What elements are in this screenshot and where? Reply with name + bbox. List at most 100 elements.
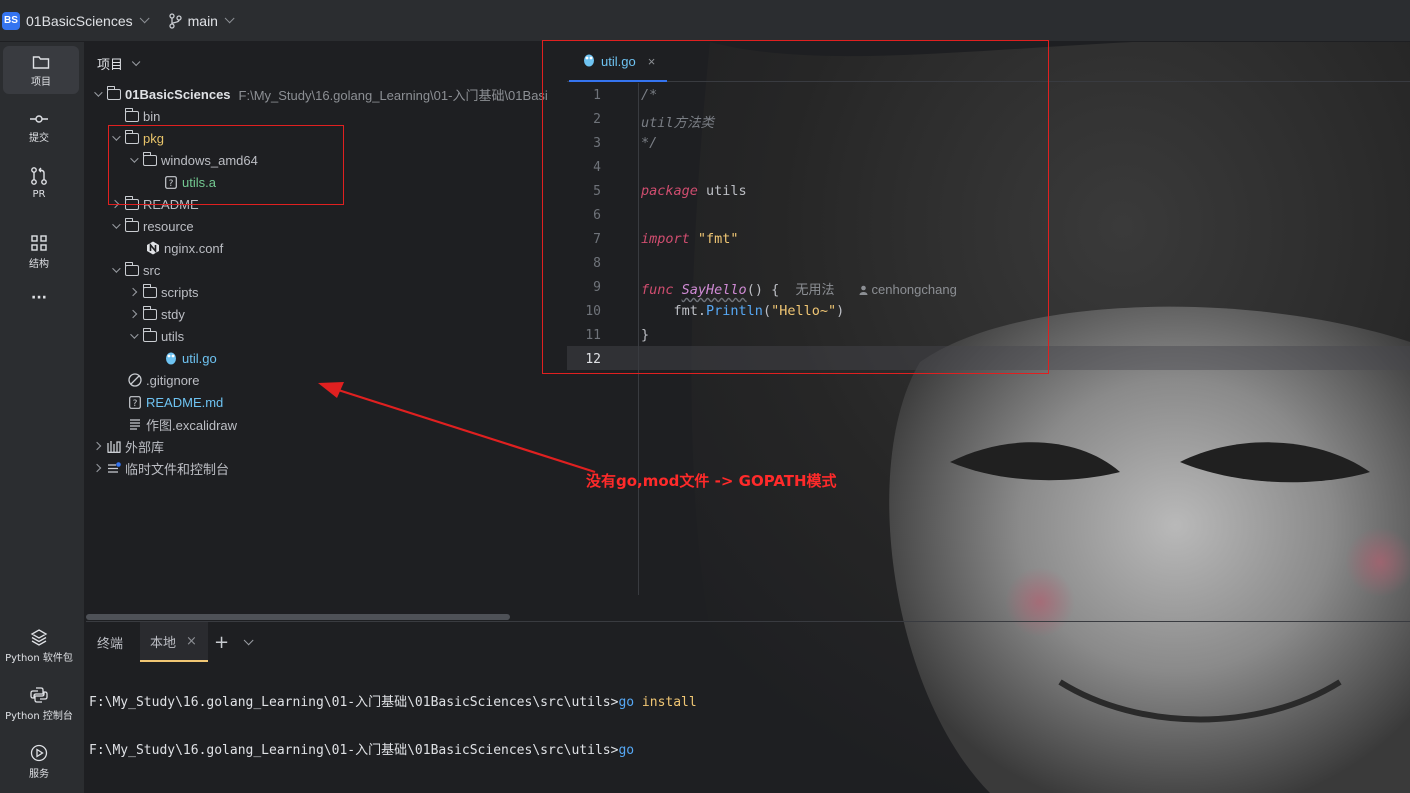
chevron-down-icon[interactable]: [112, 220, 121, 229]
terminal-dropdown[interactable]: [243, 622, 254, 662]
more-tools-button[interactable]: ···: [0, 290, 78, 310]
chevron-right-icon[interactable]: [92, 463, 102, 473]
annotation-box-editor: [542, 40, 1049, 374]
tool-project[interactable]: 项目: [3, 46, 79, 94]
more-icon: ···: [31, 290, 47, 306]
tab-local-terminal[interactable]: 本地 ×: [140, 622, 208, 662]
tool-services[interactable]: 服务: [0, 744, 78, 784]
folder-icon: [124, 107, 139, 122]
tool-label: 提交: [29, 133, 49, 144]
tree-item-label: nginx.conf: [164, 240, 224, 256]
unknown-file-icon: ?: [128, 395, 142, 409]
chevron-right-icon[interactable]: [128, 287, 138, 297]
project-switcher[interactable]: 01BasicSciences: [26, 13, 133, 29]
tree-item-label: bin: [143, 108, 161, 124]
nginx-icon: [146, 241, 160, 255]
ignore-file-icon: [128, 373, 142, 387]
tree-item-label: .gitignore: [146, 372, 200, 388]
tree-root-path: F:\My_Study\16.golang_Learning\01-入门基础\0…: [238, 87, 548, 103]
folder-icon: [124, 261, 139, 276]
terminal-panel-title: 终端: [97, 636, 124, 652]
structure-icon: [31, 235, 47, 251]
terminal-prompt: F:\My_Study\16.golang_Learning\01-入门基础\0…: [89, 743, 619, 758]
tree-item-label: util.go: [182, 350, 217, 366]
branch-switcher[interactable]: main: [188, 13, 218, 29]
tool-pull-requests[interactable]: PR: [0, 166, 78, 206]
python-console-icon: [30, 687, 48, 703]
tab-label: 本地: [150, 635, 177, 651]
project-panel-header[interactable]: 项目: [97, 54, 141, 73]
tree-item-label: 外部库: [125, 439, 165, 455]
tool-label: PR: [32, 189, 46, 200]
go-gopher-icon: [164, 351, 178, 365]
svg-text:?: ?: [133, 399, 138, 409]
folder-icon: [124, 217, 139, 232]
annotation-text: 没有go,mod文件 -> GOPATH模式: [586, 472, 837, 490]
chevron-down-icon[interactable]: [224, 13, 235, 24]
tree-root-label: 01BasicSciences: [125, 86, 231, 102]
tool-python-packages[interactable]: Python 软件包: [0, 628, 78, 668]
horizontal-scrollbar[interactable]: [86, 614, 510, 620]
tree-item-scratches[interactable]: 临时文件和控制台: [89, 457, 229, 479]
folder-icon: [32, 56, 50, 69]
chevron-down-icon[interactable]: [94, 88, 103, 97]
tree-root[interactable]: 01BasicSciences F:\My_Study\16.golang_Le…: [89, 83, 548, 105]
terminal-argument: install: [634, 695, 697, 710]
tool-label: 项目: [31, 77, 51, 88]
chevron-right-icon[interactable]: [92, 441, 102, 451]
chevron-down-icon[interactable]: [131, 57, 141, 66]
chevron-down-icon[interactable]: [139, 13, 150, 24]
tree-item-label: src: [143, 262, 161, 278]
tool-structure[interactable]: 结构: [0, 234, 78, 274]
new-terminal-button[interactable]: +: [214, 622, 229, 662]
layers-icon: [30, 629, 48, 646]
folder-icon: [142, 283, 157, 298]
chevron-down-icon[interactable]: [112, 264, 121, 273]
tool-commit[interactable]: 提交: [0, 112, 78, 152]
chevron-right-icon[interactable]: [128, 309, 138, 319]
tool-label: 结构: [29, 259, 49, 270]
tree-item-util-go[interactable]: util.go: [162, 347, 217, 369]
title-bar: BS 01BasicSciences main: [0, 0, 1410, 42]
tree-item-label: 作图.excalidraw: [146, 417, 238, 433]
close-icon[interactable]: ×: [186, 634, 197, 649]
project-badge[interactable]: BS: [2, 11, 20, 30]
chevron-down-icon[interactable]: [130, 330, 139, 339]
text-file-icon: [128, 417, 142, 431]
terminal-prompt: F:\My_Study\16.golang_Learning\01-入门基础\0…: [89, 695, 619, 710]
tool-label: Python 软件包: [5, 653, 73, 664]
services-icon: [30, 744, 48, 762]
tree-item-scripts[interactable]: scripts: [125, 281, 199, 303]
tree-item-label: resource: [143, 218, 194, 234]
folder-icon: [142, 327, 157, 342]
tree-item-excalidraw[interactable]: 作图.excalidraw: [126, 413, 237, 435]
commit-icon: [30, 115, 48, 123]
terminal-line-2[interactable]: F:\My_Study\16.golang_Learning\01-入门基础\0…: [89, 739, 634, 758]
tool-label: 服务: [29, 769, 49, 780]
tree-item-src[interactable]: src: [107, 259, 160, 281]
folder-icon: [106, 85, 121, 100]
scratches-icon: [107, 461, 121, 475]
tool-python-console[interactable]: Python 控制台: [0, 686, 78, 726]
tree-item-label: utils: [161, 328, 185, 344]
terminal-panel: 终端 本地 × + F:\My_Study\16.golang_Learning…: [86, 621, 1410, 793]
tree-item-external-libraries[interactable]: 外部库: [89, 435, 164, 457]
terminal-command: go: [618, 695, 635, 710]
tree-item-stdy[interactable]: stdy: [125, 303, 185, 325]
tree-item-label: 临时文件和控制台: [125, 461, 230, 477]
annotation-box-pkg: [108, 125, 344, 205]
tree-item-label: README.md: [146, 394, 224, 410]
tree-item-resource[interactable]: resource: [107, 215, 194, 237]
chevron-down-icon[interactable]: [243, 634, 254, 645]
tool-window-strip: 项目 提交 PR 结构 ··· Python 软件包 Python 控制台 服务: [0, 42, 85, 793]
tree-item-label: stdy: [161, 306, 185, 322]
tree-item-bin[interactable]: bin: [123, 105, 160, 127]
annotation-arrow: [318, 382, 596, 474]
tree-item-nginx-conf[interactable]: nginx.conf: [144, 237, 223, 259]
tree-item-readme-md[interactable]: ? README.md: [126, 391, 223, 413]
terminal-line-1[interactable]: F:\My_Study\16.golang_Learning\01-入门基础\0…: [89, 691, 697, 710]
tree-item-utils[interactable]: utils: [125, 325, 184, 347]
git-branch-icon: [168, 12, 182, 29]
tree-item-gitignore[interactable]: .gitignore: [126, 369, 199, 391]
tree-item-label: scripts: [161, 284, 199, 300]
